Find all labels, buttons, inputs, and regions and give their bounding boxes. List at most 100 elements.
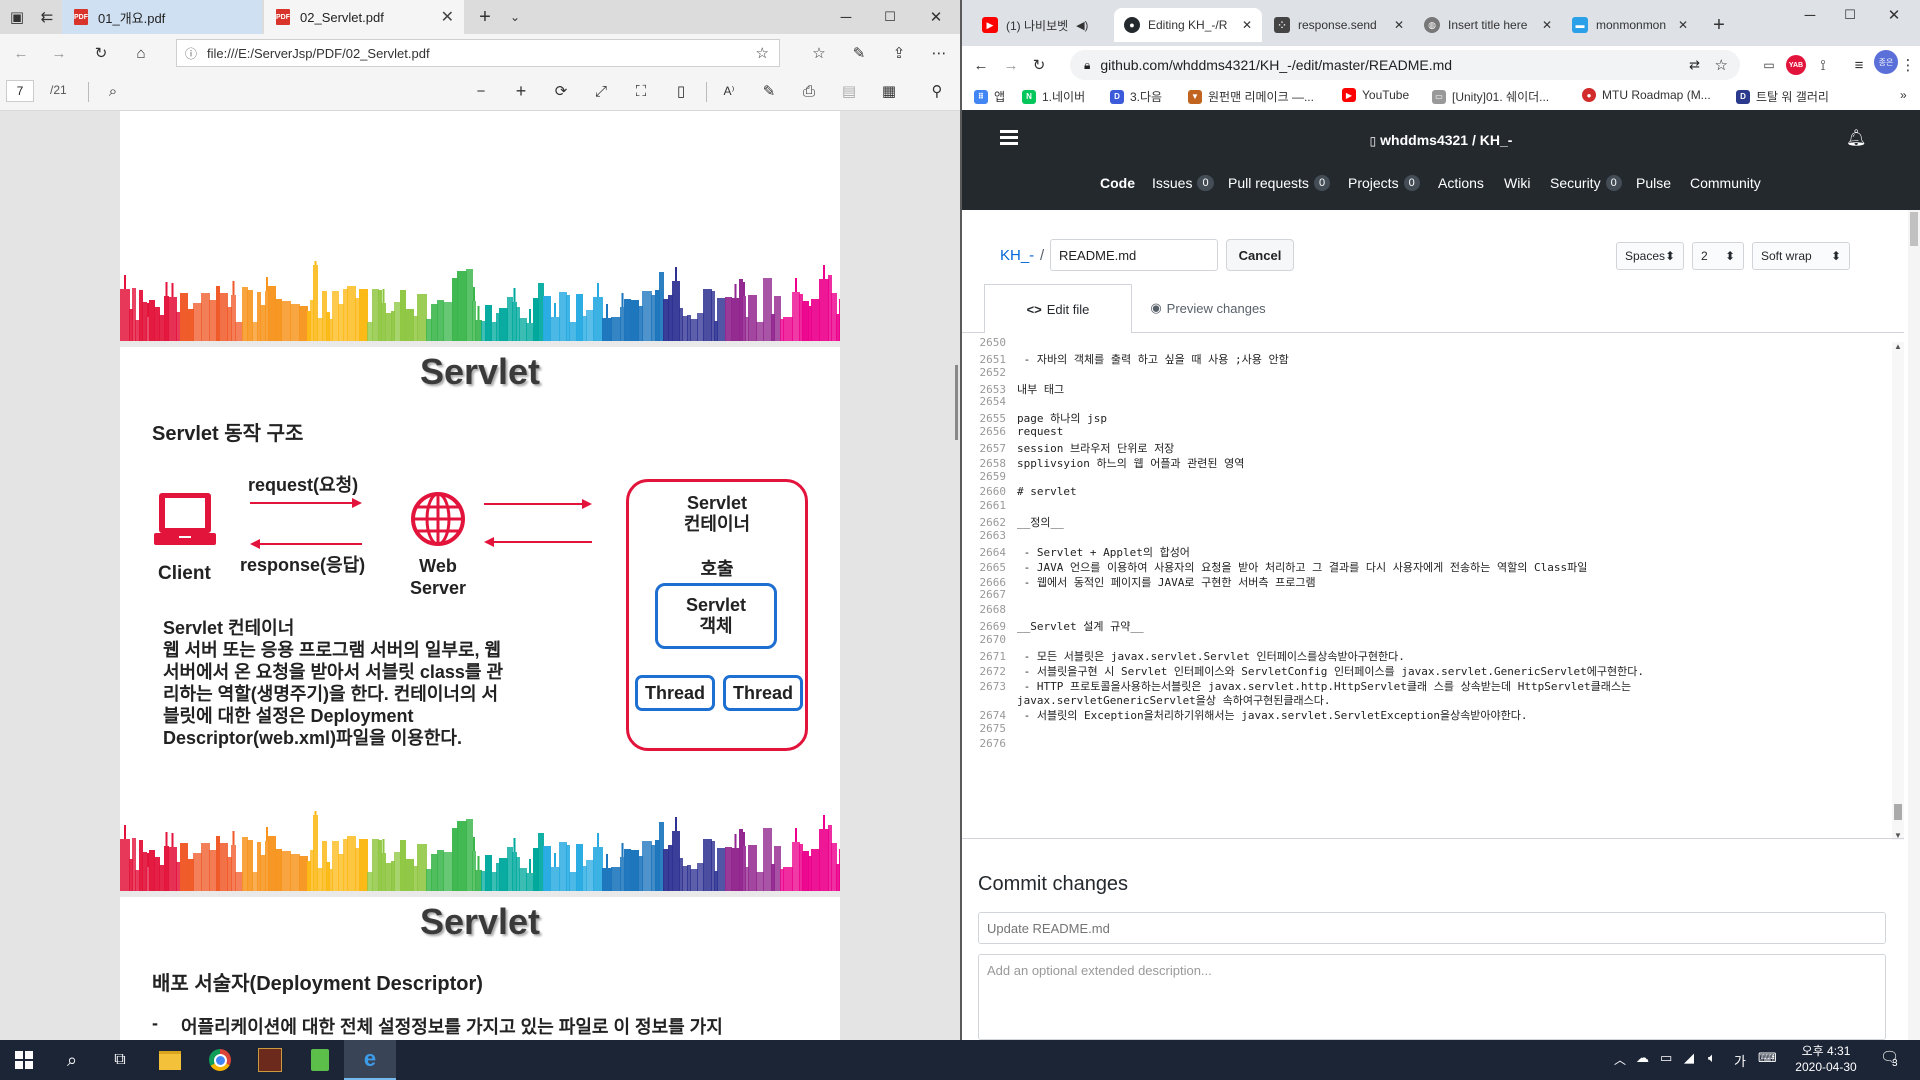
edge-app-icon[interactable]: e [344,1040,396,1080]
indent-size-select[interactable]: 2 ⬍ [1692,242,1744,270]
set-aside-tabs-icon[interactable]: ⇇ [32,5,62,29]
cancel-button[interactable]: Cancel [1226,239,1294,271]
tab-edit-file[interactable]: <> Edit file [984,284,1132,333]
scrollbar-thumb[interactable] [1910,212,1918,246]
fit-page-icon[interactable]: ⤢ [588,79,614,103]
bookmark-unity[interactable]: ▭ [Unity]01. 쉐이더... [1432,88,1549,105]
close-tab-icon[interactable]: ✕ [1542,18,1552,32]
nav-security[interactable]: Security 0 [1550,175,1622,191]
share-icon[interactable]: ⇪ [886,40,912,66]
nav-wiki[interactable]: Wiki [1504,175,1530,191]
save-icon[interactable]: ▤ [836,79,862,103]
forward-icon[interactable]: → [998,52,1024,78]
bookmark-total-war[interactable]: D 트탈 워 갤러리 [1736,88,1829,105]
pin-toolbar-icon[interactable]: ⚲ [924,79,950,103]
omnibox[interactable]: 🔒︎ github.com/whddms4321/KH_-/edit/maste… [1070,50,1740,80]
page-scrollbar[interactable] [1908,210,1920,1040]
breadcrumb-repo-link[interactable]: KH_- [1000,247,1034,264]
volume-icon[interactable]: 🔈︎ [1708,1050,1716,1066]
nav-pull-requests[interactable]: Pull requests 0 [1228,175,1331,191]
media-app-icon[interactable] [296,1040,344,1080]
new-tab-icon[interactable]: + [1706,12,1732,38]
more-icon[interactable]: ⋯ [926,40,952,66]
extension-icon[interactable]: YAB [1786,55,1806,75]
tab-response-send[interactable]: ⁘ response.send ✕ [1264,8,1414,42]
close-window-button[interactable]: ✕ [1876,2,1912,28]
nav-actions[interactable]: Actions [1438,175,1484,191]
rotate-icon[interactable]: ⟳ [548,79,574,103]
bookmark-daum[interactable]: D 3.다음 [1110,88,1162,105]
bookmark-star-icon[interactable]: ☆ [1715,56,1728,74]
extension-puzzle-icon[interactable]: ⟟ [1812,52,1834,78]
favorites-icon[interactable]: ☆ [806,40,832,66]
tab-monmonmon[interactable]: ▬ monmonmon ✕ [1562,8,1698,42]
onedrive-icon[interactable]: ☁ [1636,1050,1649,1066]
forward-icon[interactable]: → [46,40,72,66]
close-window-button[interactable]: ✕ [918,5,954,29]
search-icon[interactable]: ⌕ [48,1040,96,1080]
windows-start-icon[interactable] [0,1040,48,1080]
scroll-up-icon[interactable]: ▲ [1894,342,1902,351]
page-number-input[interactable]: 7 [6,80,34,102]
translate-icon[interactable]: ⇄ [1689,57,1700,73]
ime-indicator[interactable]: 가 [1734,1051,1746,1070]
nav-community[interactable]: Community [1690,175,1761,191]
chrome-icon[interactable] [196,1040,244,1080]
tab-02-servlet-pdf[interactable]: PDF 02_Servlet.pdf ✕ [264,0,464,34]
nav-projects[interactable]: Projects 0 [1348,175,1420,191]
zoom-out-icon[interactable]: − [468,79,494,103]
pen-notes-icon[interactable]: ✎ [846,40,872,66]
bookmark-onepunch[interactable]: ▼ 원펀맨 리메이크 —... [1188,88,1314,105]
back-icon[interactable]: ← [968,52,994,78]
clock[interactable]: 오후 4:31 2020-04-30 [1790,1043,1862,1075]
nav-code[interactable]: Code [1100,175,1135,191]
editor-scrollbar[interactable]: ▲ ▼ [1892,342,1904,840]
refresh-icon[interactable]: ↻ [88,40,114,66]
menu-icon[interactable]: ⋮ [1898,52,1918,78]
bookmark-mtu[interactable]: ● MTU Roadmap (M... [1582,88,1711,102]
refresh-icon[interactable]: ↻ [1026,52,1052,78]
file-explorer-icon[interactable] [146,1040,194,1080]
wrap-mode-select[interactable]: Soft wrap ⬍ [1752,242,1850,270]
back-icon[interactable]: ← [8,40,34,66]
print-icon[interactable]: ⎙ [796,79,822,103]
tab-insert-title[interactable]: ◍ Insert title here ✕ [1414,8,1562,42]
keyboard-icon[interactable]: ⌨ [1758,1050,1777,1066]
save-as-icon[interactable]: ▦ [876,79,902,103]
repo-title[interactable]: ▯ whddms4321 / KH_- [962,132,1920,148]
close-tab-icon[interactable]: ✕ [1394,18,1404,32]
bookmarks-overflow-icon[interactable]: » [1900,88,1907,102]
favorite-star-icon[interactable]: ☆ [756,44,769,62]
task-view-icon[interactable]: ⧉ [96,1040,144,1080]
nav-pulse[interactable]: Pulse [1636,175,1671,191]
filename-input[interactable]: README.md [1050,239,1218,271]
tab-github-editing[interactable]: ● Editing KH_-/R ✕ [1114,8,1262,42]
tab-youtube[interactable]: ▶ (1) 나비보벳 ◀︎) [972,8,1112,42]
close-tab-icon[interactable]: ✕ [441,7,454,27]
network-icon[interactable]: ◢ [1684,1050,1694,1066]
scrollbar-thumb[interactable] [1894,804,1902,820]
bookmark-apps[interactable]: ⠿ 앱 [974,88,1005,105]
code-line[interactable]: 2676 [962,737,1882,755]
code-editor[interactable]: 2650 2651 - 자바의 객체를 출력 하고 싶을 때 사용 ;사용 안함 2… [962,336,1904,836]
battery-icon[interactable]: ▭ [1660,1050,1672,1066]
chevron-down-icon[interactable]: ⌄ [500,5,530,29]
new-tab-icon[interactable]: + [470,5,500,29]
maximize-button[interactable]: ☐ [1832,2,1868,28]
indent-mode-select[interactable]: Spaces ⬍ [1616,242,1684,270]
commit-description-textarea[interactable]: Add an optional extended description... [978,954,1886,1040]
notification-bell-icon[interactable]: 🔔︎ [1846,128,1866,148]
nav-issues[interactable]: Issues 0 [1152,175,1214,191]
cast-icon[interactable]: ▭ [1758,52,1780,78]
draw-icon[interactable]: ✎ [756,79,782,103]
show-hidden-icons[interactable]: ︿ [1614,1051,1626,1068]
read-aloud-icon[interactable]: A⁾ [716,79,742,103]
minimize-button[interactable]: ─ [828,5,864,29]
edge-url-field[interactable]: ⓘ file:///E:/ServerJsp/PDF/02_Servlet.pd… [176,39,780,67]
profile-avatar[interactable]: 종은 [1874,50,1898,74]
zoom-in-icon[interactable]: + [508,79,534,103]
page-view-icon[interactable]: ▯ [668,79,694,103]
tab-01-pdf[interactable]: PDF 01_개요.pdf [62,0,262,34]
tab-manager-icon[interactable]: ▣ [2,5,32,29]
game-app-icon[interactable] [246,1040,294,1080]
